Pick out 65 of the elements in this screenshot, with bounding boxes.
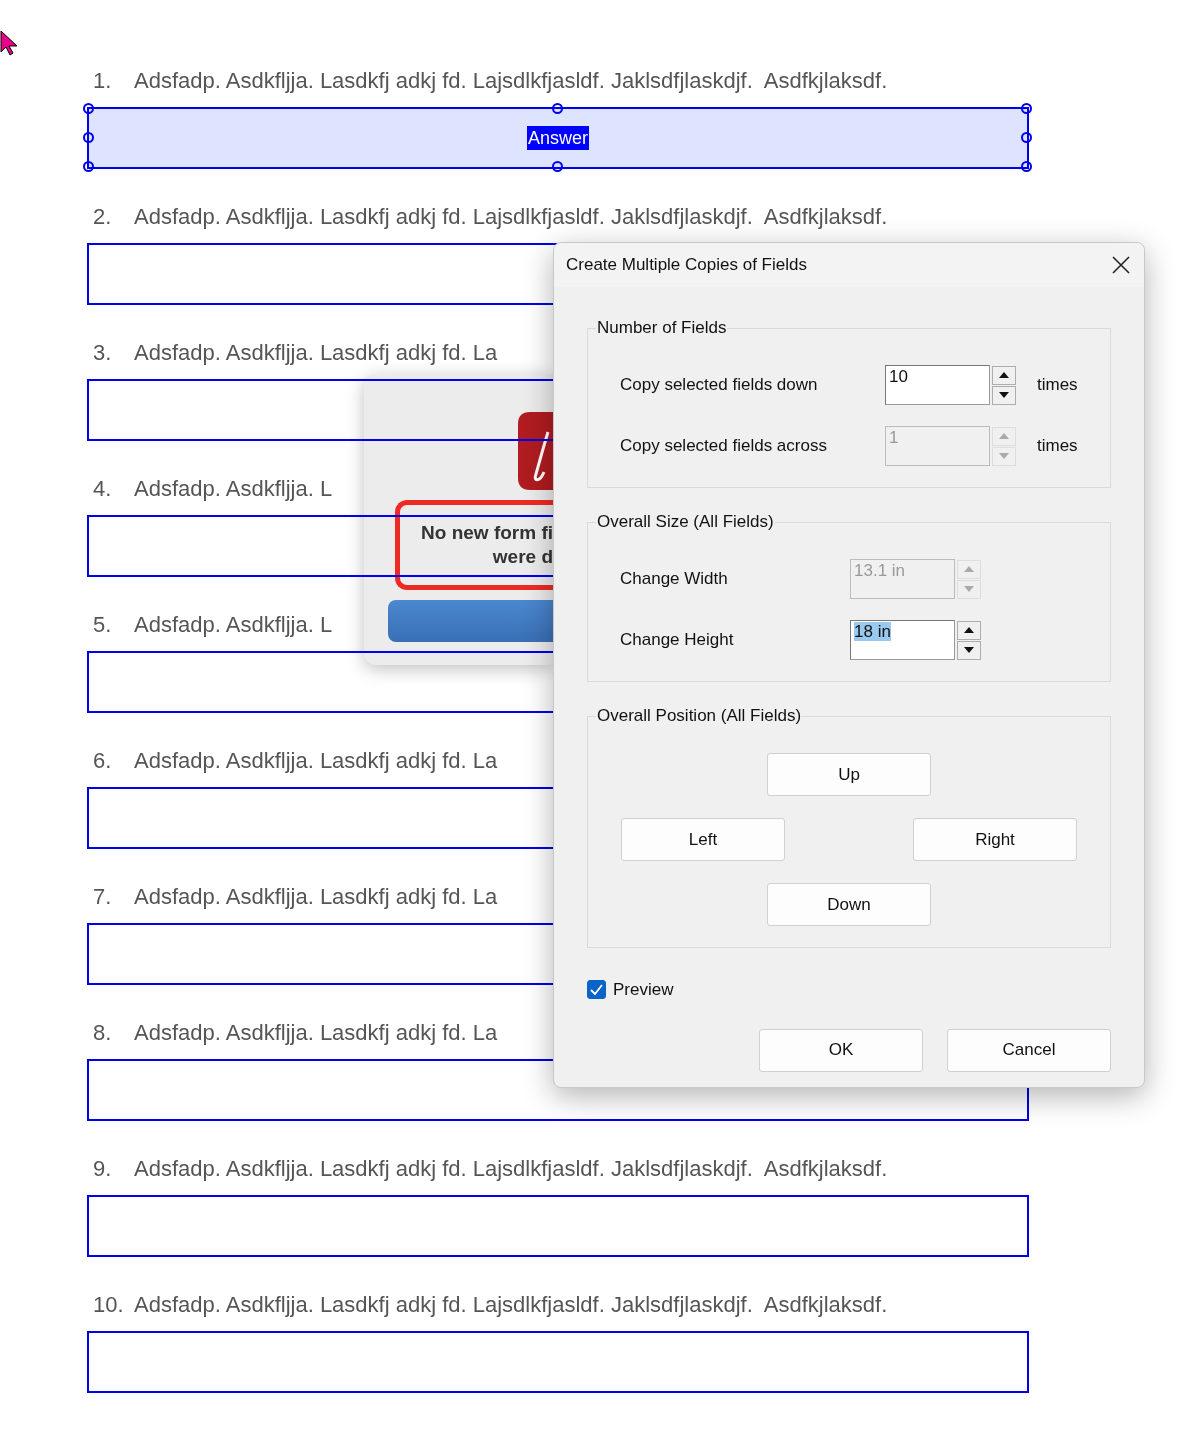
question-text: Adsfadp. Asdkfljja. Lasdkfj adkj fd. Lajsdlkfjasldf. Jaklsdfjlaskdjf. Asdfkjlaksdf. <box>134 1155 888 1183</box>
question-text: Adsfadp. Asdkfljja. Lasdkfj adkj fd. Lajsdlkfjasldf. Jaklsdfjlaskdjf. Asdfkjlaksdf. <box>134 203 888 231</box>
unit-label: times <box>1037 374 1078 397</box>
resize-handle[interactable] <box>551 102 563 114</box>
down-arrow-icon <box>964 647 974 653</box>
question-number: 6. <box>92 747 113 775</box>
field-label: Copy selected fields down <box>619 374 819 397</box>
unit-label: times <box>1037 435 1078 458</box>
message-text: were d <box>492 545 553 569</box>
dialog-title: Create Multiple Copies of Fields <box>566 254 807 277</box>
spin-down-button[interactable] <box>957 640 981 660</box>
checkbox-label: Preview <box>613 979 674 1001</box>
field-name: Answer <box>527 126 589 150</box>
question-number: 7. <box>92 883 113 911</box>
question-number: 5. <box>92 611 113 639</box>
left-button[interactable]: Left <box>621 818 785 861</box>
spin-down-button[interactable] <box>992 385 1016 405</box>
down-arrow-icon <box>999 392 1009 398</box>
field-label: Copy selected fields across <box>619 435 828 458</box>
form-field[interactable] <box>87 1195 1029 1257</box>
question-number: 10. <box>92 1291 125 1319</box>
question-number: 8. <box>92 1019 113 1047</box>
question-text: Adsfadp. Asdkfljja. Lasdkfj adkj fd. La <box>134 883 498 911</box>
field-label: Change Width <box>619 568 729 591</box>
question-number: 3. <box>92 339 113 367</box>
resize-handle[interactable] <box>551 160 563 172</box>
pointer-icon <box>0 30 19 56</box>
cancel-button[interactable]: Cancel <box>947 1028 1111 1072</box>
up-arrow-icon <box>999 433 1009 439</box>
resize-handle[interactable] <box>82 102 94 114</box>
right-button[interactable]: Right <box>913 818 1077 861</box>
question-number: 9. <box>92 1155 113 1183</box>
resize-handle[interactable] <box>1020 160 1032 172</box>
spin-up-button[interactable] <box>992 365 1016 385</box>
ok-button[interactable]: OK <box>759 1028 923 1072</box>
question-text: Adsfadp. Asdkfljja. L <box>134 475 333 503</box>
resize-handle[interactable] <box>82 160 94 172</box>
down-arrow-icon <box>999 453 1009 459</box>
spin-up-button[interactable] <box>957 620 981 640</box>
message-text: No new form fi <box>421 521 553 545</box>
question-number: 4. <box>92 475 113 503</box>
question-number: 2. <box>92 203 113 231</box>
question-text: Adsfadp. Asdkfljja. Lasdkfj adkj fd. La <box>134 1019 498 1047</box>
question-text: Adsfadp. Asdkfljja. Lasdkfj adkj fd. La <box>134 747 498 775</box>
close-icon[interactable] <box>1112 256 1130 274</box>
app-icon <box>518 412 553 490</box>
down-button[interactable]: Down <box>767 883 931 926</box>
up-arrow-icon <box>964 566 974 572</box>
form-field[interactable] <box>87 1331 1029 1393</box>
question-number: 1. <box>92 67 113 95</box>
field-label: Change Height <box>619 629 735 652</box>
resize-handle[interactable] <box>1020 102 1032 114</box>
question-text: Adsfadp. Asdkfljja. Lasdkfj adkj fd. La <box>134 339 498 367</box>
checkbox[interactable] <box>587 980 606 1000</box>
number-field[interactable]: 10 <box>885 365 990 405</box>
question-text: Adsfadp. Asdkfljja. Lasdkfj adkj fd. Lajsdlkfjasldf. Jaklsdfjlaskdjf. Asdfkjlaksdf. <box>134 67 888 95</box>
up-button[interactable]: Up <box>767 753 931 796</box>
resize-handle[interactable] <box>1020 131 1032 143</box>
up-arrow-icon <box>999 372 1009 378</box>
question-text: Adsfadp. Asdkfljja. L <box>134 611 333 639</box>
number-field[interactable]: 18 in <box>850 620 955 660</box>
down-arrow-icon <box>964 586 974 592</box>
resize-handle[interactable] <box>82 131 94 143</box>
question-text: Adsfadp. Asdkfljja. Lasdkfj adkj fd. Lajsdlkfjasldf. Jaklsdfjlaskdjf. Asdfkjlaksdf. <box>134 1291 888 1319</box>
up-arrow-icon <box>964 627 974 633</box>
